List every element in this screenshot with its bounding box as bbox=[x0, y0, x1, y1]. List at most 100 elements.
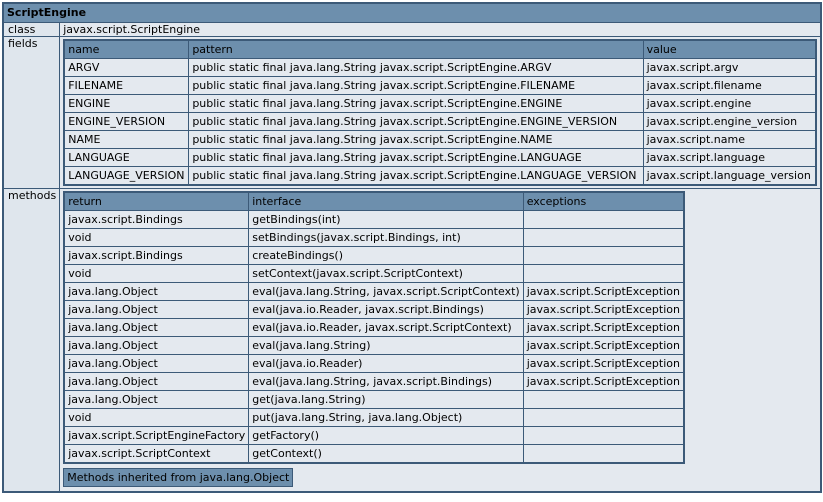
method-exceptions-cell: javax.script.ScriptException bbox=[523, 337, 683, 354]
fields-label: fields bbox=[4, 37, 60, 188]
class-value: javax.script.ScriptEngine bbox=[60, 23, 820, 36]
method-interface-cell: getContext() bbox=[249, 445, 523, 462]
method-exceptions-cell bbox=[523, 391, 683, 408]
fields-container: name pattern value ARGV public static fin… bbox=[60, 37, 820, 188]
method-interface-cell: eval(java.lang.String, javax.script.Bind… bbox=[249, 373, 523, 390]
method-return-cell: java.lang.Object bbox=[65, 373, 249, 390]
field-pattern-cell: public static final java.lang.String jav… bbox=[189, 167, 643, 184]
method-interface-cell: setBindings(javax.script.Bindings, int) bbox=[249, 229, 523, 246]
table-row: void setContext(javax.script.ScriptContex… bbox=[65, 265, 683, 282]
table-row: FILENAME public static final java.lang.St… bbox=[65, 77, 815, 94]
fields-header-value: value bbox=[643, 41, 815, 58]
method-return-cell: java.lang.Object bbox=[65, 337, 249, 354]
inherited-methods-button[interactable]: Methods inherited from java.lang.Object bbox=[63, 468, 294, 487]
methods-table: return interface exceptions javax.script… bbox=[63, 191, 685, 464]
table-row: java.lang.Object get(java.lang.String) bbox=[65, 391, 683, 408]
method-return-cell: java.lang.Object bbox=[65, 355, 249, 372]
method-return-cell: javax.script.Bindings bbox=[65, 211, 249, 228]
method-exceptions-cell bbox=[523, 409, 683, 426]
table-row: java.lang.Object eval(java.io.Reader) java… bbox=[65, 355, 683, 372]
method-exceptions-cell: javax.script.ScriptException bbox=[523, 283, 683, 300]
fields-header-pattern: pattern bbox=[189, 41, 643, 58]
method-return-cell: java.lang.Object bbox=[65, 301, 249, 318]
methods-label: methods bbox=[4, 189, 60, 491]
field-name-cell: ENGINE_VERSION bbox=[65, 113, 189, 130]
script-engine-panel: ScriptEngine class javax.script.ScriptEn… bbox=[2, 2, 822, 493]
table-row: void put(java.lang.String, java.lang.Obje… bbox=[65, 409, 683, 426]
field-pattern-cell: public static final java.lang.String jav… bbox=[189, 113, 643, 130]
table-row: javax.script.Bindings getBindings(int) bbox=[65, 211, 683, 228]
fields-table: name pattern value ARGV public static fin… bbox=[63, 39, 817, 186]
methods-header-exceptions: exceptions bbox=[523, 193, 683, 210]
field-pattern-cell: public static final java.lang.String jav… bbox=[189, 131, 643, 148]
method-exceptions-cell: javax.script.ScriptException bbox=[523, 301, 683, 318]
field-name-cell: NAME bbox=[65, 131, 189, 148]
method-exceptions-cell: javax.script.ScriptException bbox=[523, 319, 683, 336]
method-interface-cell: setContext(javax.script.ScriptContext) bbox=[249, 265, 523, 282]
table-row: ENGINE public static final java.lang.Stri… bbox=[65, 95, 815, 112]
method-exceptions-cell bbox=[523, 427, 683, 444]
method-return-cell: java.lang.Object bbox=[65, 283, 249, 300]
field-value-cell: javax.script.engine bbox=[643, 95, 815, 112]
method-return-cell: javax.script.ScriptContext bbox=[65, 445, 249, 462]
field-pattern-cell: public static final java.lang.String jav… bbox=[189, 77, 643, 94]
table-row: void setBindings(javax.script.Bindings, i… bbox=[65, 229, 683, 246]
field-name-cell: ARGV bbox=[65, 59, 189, 76]
methods-header-interface: interface bbox=[249, 193, 523, 210]
table-row: javax.script.Bindings createBindings() bbox=[65, 247, 683, 264]
method-return-cell: javax.script.Bindings bbox=[65, 247, 249, 264]
field-name-cell: LANGUAGE_VERSION bbox=[65, 167, 189, 184]
class-label: class bbox=[4, 23, 60, 36]
method-exceptions-cell bbox=[523, 229, 683, 246]
table-row: java.lang.Object eval(java.lang.String, j… bbox=[65, 283, 683, 300]
table-row: ENGINE_VERSION public static final java.l… bbox=[65, 113, 815, 130]
method-interface-cell: getBindings(int) bbox=[249, 211, 523, 228]
method-interface-cell: eval(java.io.Reader) bbox=[249, 355, 523, 372]
method-interface-cell: eval(java.io.Reader, javax.script.Bindin… bbox=[249, 301, 523, 318]
method-return-cell: void bbox=[65, 229, 249, 246]
method-interface-cell: getFactory() bbox=[249, 427, 523, 444]
method-return-cell: void bbox=[65, 265, 249, 282]
main-table: ScriptEngine class javax.script.ScriptEn… bbox=[3, 3, 821, 492]
method-exceptions-cell bbox=[523, 211, 683, 228]
field-value-cell: javax.script.language_version bbox=[643, 167, 815, 184]
table-row: javax.script.ScriptEngineFactory getFacto… bbox=[65, 427, 683, 444]
method-exceptions-cell bbox=[523, 445, 683, 462]
fields-header-name: name bbox=[65, 41, 189, 58]
field-pattern-cell: public static final java.lang.String jav… bbox=[189, 59, 643, 76]
table-row: java.lang.Object eval(java.lang.String, j… bbox=[65, 373, 683, 390]
method-exceptions-cell bbox=[523, 265, 683, 282]
field-value-cell: javax.script.argv bbox=[643, 59, 815, 76]
field-value-cell: javax.script.filename bbox=[643, 77, 815, 94]
method-exceptions-cell: javax.script.ScriptException bbox=[523, 373, 683, 390]
field-pattern-cell: public static final java.lang.String jav… bbox=[189, 95, 643, 112]
method-return-cell: javax.script.ScriptEngineFactory bbox=[65, 427, 249, 444]
page-title: ScriptEngine bbox=[4, 4, 820, 22]
table-row: java.lang.Object eval(java.io.Reader, jav… bbox=[65, 301, 683, 318]
table-row: java.lang.Object eval(java.lang.String) ja… bbox=[65, 337, 683, 354]
method-return-cell: java.lang.Object bbox=[65, 319, 249, 336]
method-return-cell: java.lang.Object bbox=[65, 391, 249, 408]
table-row: javax.script.ScriptContext getContext() bbox=[65, 445, 683, 462]
table-row: NAME public static final java.lang.String… bbox=[65, 131, 815, 148]
field-pattern-cell: public static final java.lang.String jav… bbox=[189, 149, 643, 166]
field-name-cell: ENGINE bbox=[65, 95, 189, 112]
method-interface-cell: eval(java.lang.String) bbox=[249, 337, 523, 354]
method-return-cell: void bbox=[65, 409, 249, 426]
field-name-cell: LANGUAGE bbox=[65, 149, 189, 166]
field-name-cell: FILENAME bbox=[65, 77, 189, 94]
table-row: LANGUAGE public static final java.lang.St… bbox=[65, 149, 815, 166]
method-exceptions-cell: javax.script.ScriptException bbox=[523, 355, 683, 372]
method-exceptions-cell bbox=[523, 247, 683, 264]
methods-container: return interface exceptions javax.script… bbox=[60, 189, 820, 491]
method-interface-cell: eval(java.io.Reader, javax.script.Script… bbox=[249, 319, 523, 336]
method-interface-cell: createBindings() bbox=[249, 247, 523, 264]
field-value-cell: javax.script.language bbox=[643, 149, 815, 166]
methods-header-return: return bbox=[65, 193, 249, 210]
table-row: java.lang.Object eval(java.io.Reader, jav… bbox=[65, 319, 683, 336]
field-value-cell: javax.script.engine_version bbox=[643, 113, 815, 130]
table-row: ARGV public static final java.lang.String… bbox=[65, 59, 815, 76]
method-interface-cell: eval(java.lang.String, javax.script.Scri… bbox=[249, 283, 523, 300]
field-value-cell: javax.script.name bbox=[643, 131, 815, 148]
table-row: LANGUAGE_VERSION public static final java… bbox=[65, 167, 815, 184]
